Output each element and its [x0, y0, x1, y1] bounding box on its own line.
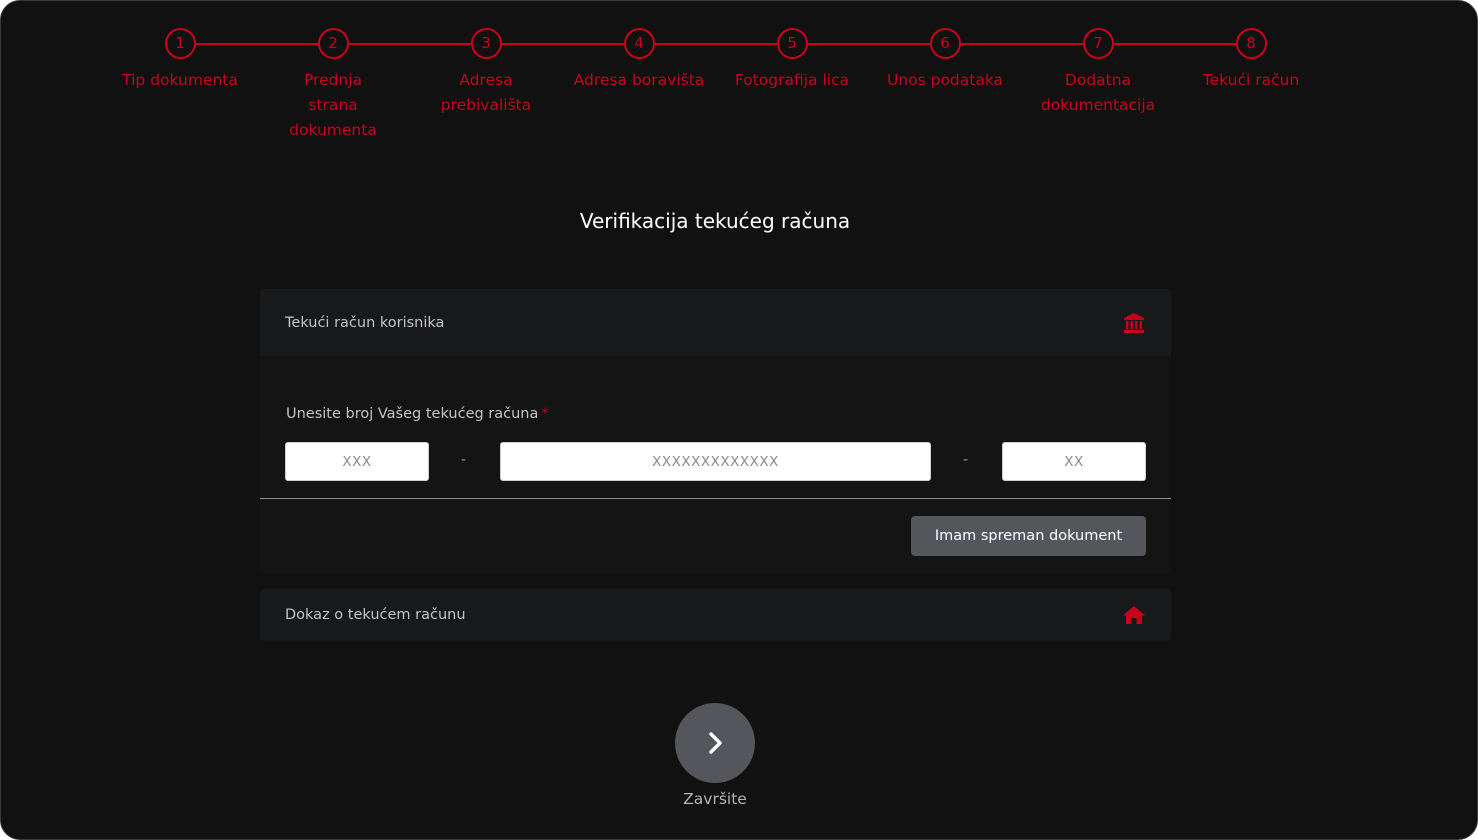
chevron-right-icon: [701, 729, 729, 757]
step-label: Prednja strana dokumenta: [289, 71, 377, 139]
step-label: Fotografija lica: [734, 71, 850, 89]
app-window: 1 Tip dokumenta 2 Prednja strana dokumen…: [0, 0, 1478, 840]
bank-code-input[interactable]: [285, 442, 429, 481]
account-panel-body: Unesite broj Vašeg tekućeg računa* - - I…: [260, 356, 1171, 573]
proof-panel-title: Dokaz o tekućem računu: [285, 607, 466, 623]
step-number: 7: [1082, 28, 1114, 59]
separator-dash: -: [963, 452, 969, 468]
home-icon: [1122, 603, 1146, 627]
step-5: 5 Fotografija lica: [712, 28, 872, 93]
account-panel-header[interactable]: Tekući račun korisnika: [260, 289, 1171, 356]
account-number-input[interactable]: [500, 442, 931, 481]
step-number: 5: [776, 28, 808, 59]
step-label: Adresa boravišta: [573, 71, 705, 89]
step-7: 7 Dodatna dokumentacija: [1018, 28, 1178, 118]
step-label: Dodatna dokumentacija: [1040, 71, 1156, 114]
step-number: 3: [470, 28, 502, 59]
control-number-input[interactable]: [1002, 442, 1146, 481]
divider: [260, 498, 1171, 499]
field-label-text: Unesite broj Vašeg tekućeg računa: [286, 406, 539, 422]
step-label: Tekući račun: [1202, 71, 1300, 89]
step-number: 2: [317, 28, 349, 59]
step-number: 1: [164, 28, 196, 59]
proof-panel-header[interactable]: Dokaz o tekućem računu: [260, 589, 1171, 641]
step-label: Tip dokumenta: [122, 71, 238, 89]
finish-label: Završite: [683, 790, 747, 808]
finish-button[interactable]: [675, 703, 755, 783]
page-title: Verifikacija tekućeg računa: [579, 209, 851, 233]
step-number: 6: [929, 28, 961, 59]
bank-icon: [1122, 311, 1146, 335]
step-label: Unos podataka: [886, 71, 1004, 89]
separator-dash: -: [461, 452, 467, 468]
account-panel-title: Tekući račun korisnika: [285, 314, 445, 331]
step-6: 6 Unos podataka: [865, 28, 1025, 93]
document-ready-button[interactable]: Imam spreman dokument: [911, 516, 1146, 556]
required-mark: *: [541, 406, 549, 422]
progress-stepper: 1 Tip dokumenta 2 Prednja strana dokumen…: [1, 1, 1477, 139]
step-label: Adresa prebivališta: [440, 71, 532, 114]
step-4: 4 Adresa boravišta: [559, 28, 719, 93]
account-number-label: Unesite broj Vašeg tekućeg računa *: [286, 406, 549, 422]
step-3: 3 Adresa prebivališta: [406, 28, 566, 118]
step-number: 8: [1235, 28, 1267, 59]
step-number: 4: [623, 28, 655, 59]
step-8: 8 Tekući račun: [1171, 28, 1331, 93]
step-2: 2 Prednja strana dokumenta: [253, 28, 413, 143]
step-1: 1 Tip dokumenta: [100, 28, 260, 93]
